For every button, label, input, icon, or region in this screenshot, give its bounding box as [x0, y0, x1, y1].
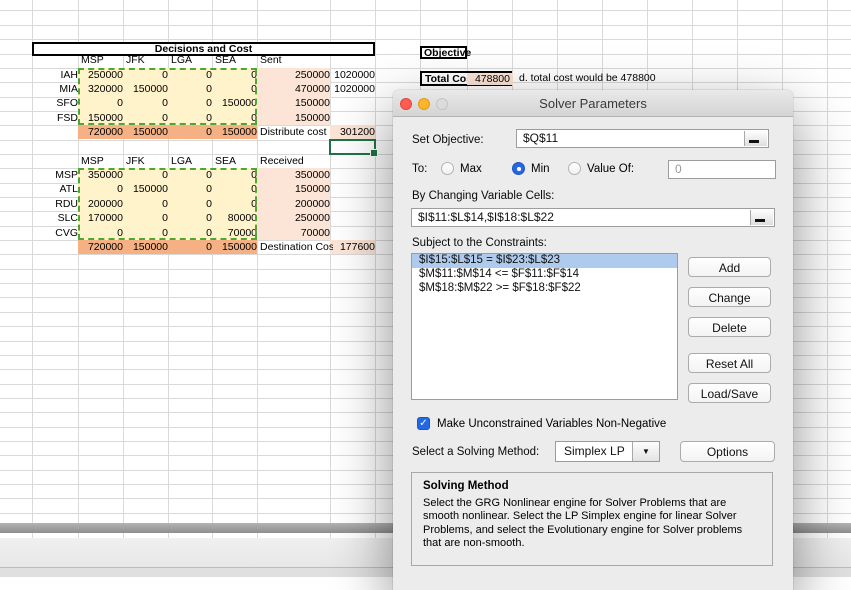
constraint-item[interactable]: $M$18:$M$22 >= $F$18:$F$22 [412, 282, 677, 296]
non-negative-label: Make Unconstrained Variables Non-Negativ… [437, 418, 667, 430]
radio-max-label: Max [460, 163, 482, 175]
row-label[interactable]: FSD [32, 111, 81, 125]
solver-parameters-dialog: Solver Parameters Set Objective: $Q$11 T… [393, 90, 793, 590]
total-cost-value[interactable]: 478800 [467, 72, 513, 85]
by-changing-label: By Changing Variable Cells: [412, 190, 555, 202]
dialog-title: Solver Parameters [539, 96, 647, 111]
set-objective-field[interactable]: $Q$11 [516, 129, 769, 148]
total-cell[interactable]: 150000 [212, 240, 260, 254]
row-label[interactable]: ATL [32, 182, 81, 196]
total-cell[interactable]: 150000 [123, 240, 171, 254]
solving-method-description: Select the GRG Nonlinear engine for Solv… [423, 497, 743, 550]
radio-value-of-label: Value Of: [587, 163, 635, 175]
set-objective-label: Set Objective: [412, 134, 484, 146]
solving-method-box-title: Solving Method [423, 480, 509, 492]
change-button[interactable]: Change [688, 287, 771, 307]
col-header[interactable]: LGA [168, 154, 215, 168]
chevron-down-icon[interactable]: ▼ [632, 442, 659, 461]
add-button[interactable]: Add [688, 257, 771, 277]
flow-cell[interactable]: 350000 [257, 168, 333, 182]
flow-cell[interactable]: 250000 [257, 68, 333, 82]
total-cost-label[interactable]: Total Cost [422, 73, 468, 85]
radio-max[interactable] [441, 162, 454, 175]
solving-method-groupbox: Solving Method Select the GRG Nonlinear … [411, 472, 773, 566]
col-header[interactable]: MSP [78, 154, 126, 168]
variable-cells-value: $I$11:$L$14,$I$18:$L$22 [418, 210, 554, 224]
value-of-value: 0 [675, 162, 682, 176]
row-label[interactable]: IAH [32, 68, 81, 82]
selected-cell[interactable] [329, 139, 378, 157]
set-objective-value: $Q$11 [523, 131, 559, 145]
constraint-item[interactable]: $I$15:$L$15 = $I$23:$L$23 [412, 254, 677, 268]
objective-header-box: Objective [420, 46, 471, 59]
total-cell[interactable]: 720000 [78, 240, 126, 254]
radio-min-label: Min [531, 163, 550, 175]
radio-min[interactable] [512, 162, 525, 175]
constraints-label: Subject to the Constraints: [412, 237, 547, 249]
variable-cells-field[interactable]: $I$11:$L$14,$I$18:$L$22 [411, 208, 775, 227]
flow-cell[interactable]: 70000 [257, 226, 333, 240]
row-label[interactable]: RDU [32, 197, 81, 211]
constraint-item[interactable]: $M$11:$M$14 <= $F$11:$F$14 [412, 268, 677, 282]
flow-header[interactable]: Sent [257, 53, 333, 67]
col-header[interactable]: MSP [78, 53, 126, 67]
solving-method-dropdown[interactable]: Simplex LP ▼ [555, 441, 660, 462]
selection-marquee [78, 168, 257, 240]
value-of-input[interactable]: 0 [668, 160, 776, 179]
flow-cell[interactable]: 150000 [257, 182, 333, 196]
to-label: To: [412, 163, 428, 175]
solving-method-value: Simplex LP [564, 444, 625, 458]
col-header[interactable]: JFK [123, 53, 171, 67]
col-header[interactable]: LGA [168, 53, 215, 67]
total-cell[interactable]: 150000 [212, 125, 260, 139]
row-label[interactable]: MIA [32, 82, 81, 96]
flow-cell[interactable]: 150000 [257, 96, 333, 110]
reset-all-button[interactable]: Reset All [688, 353, 771, 373]
total-cell[interactable]: 720000 [78, 125, 126, 139]
row-label[interactable]: SLC [32, 211, 81, 225]
total-value-cell[interactable]: 177600 [330, 240, 378, 254]
flow-cell[interactable]: 200000 [257, 197, 333, 211]
col-header[interactable]: SEA [212, 154, 260, 168]
total-label[interactable]: Destination Cost [257, 240, 333, 254]
flow-header[interactable]: Received [257, 154, 333, 168]
selection-marquee [78, 67, 257, 126]
delete-button[interactable]: Delete [688, 317, 771, 337]
flow-cell[interactable]: 150000 [257, 111, 333, 125]
extra-cell[interactable]: 1020000 [330, 82, 378, 96]
collapse-dialog-icon[interactable] [744, 131, 767, 146]
total-cell[interactable]: 0 [168, 125, 215, 139]
col-header[interactable]: JFK [123, 154, 171, 168]
constraints-list[interactable]: $I$15:$L$15 = $I$23:$L$23 $M$11:$M$14 <= … [411, 253, 678, 400]
flow-cell[interactable]: 470000 [257, 82, 333, 96]
total-cell[interactable]: 0 [168, 240, 215, 254]
flow-cell[interactable]: 250000 [257, 211, 333, 225]
solving-method-label: Select a Solving Method: [412, 446, 540, 458]
dialog-titlebar[interactable]: Solver Parameters [393, 90, 793, 117]
radio-value-of[interactable] [568, 162, 581, 175]
col-header[interactable]: SEA [212, 53, 260, 67]
options-button[interactable]: Options [680, 441, 775, 462]
load-save-button[interactable]: Load/Save [688, 383, 771, 403]
row-label[interactable]: SFO [32, 96, 81, 110]
collapse-dialog-icon[interactable] [750, 210, 773, 225]
total-cell[interactable]: 150000 [123, 125, 171, 139]
non-negative-checkbox[interactable]: ✓ [417, 417, 430, 430]
total-label[interactable]: Distribute cost [257, 125, 333, 139]
row-label[interactable]: MSP [32, 168, 81, 182]
extra-cell[interactable]: 1020000 [330, 68, 378, 82]
fill-handle[interactable] [370, 148, 378, 157]
total-value-cell[interactable]: 301200 [330, 125, 378, 139]
row-label[interactable]: CVG [32, 226, 81, 240]
annotation-text: d. total cost would be 478800 [519, 72, 656, 84]
